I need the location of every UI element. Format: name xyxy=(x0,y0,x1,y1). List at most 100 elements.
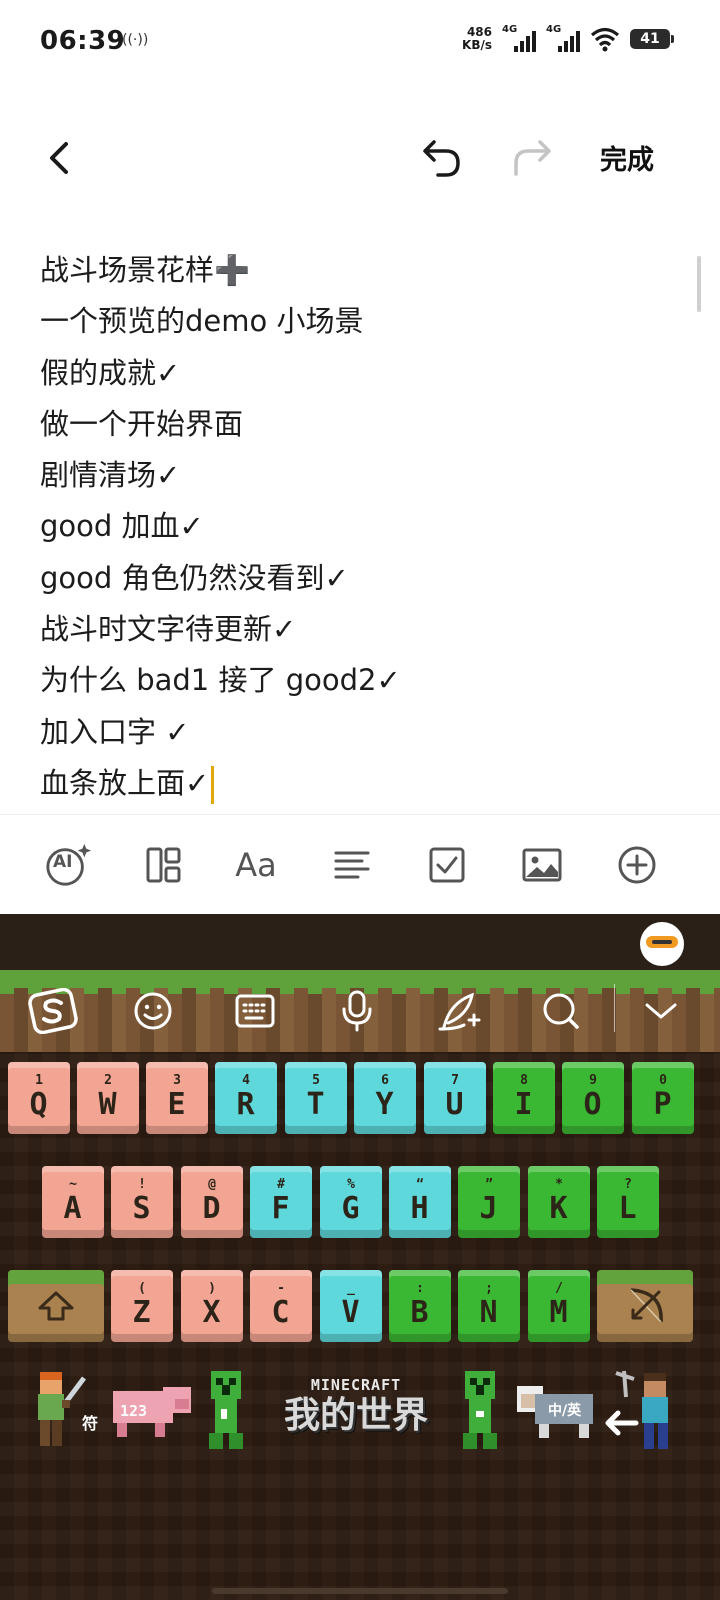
key-w[interactable]: 2W xyxy=(77,1062,139,1134)
key-c[interactable]: -C xyxy=(250,1270,312,1342)
key-letter: K xyxy=(549,1191,569,1226)
note-line-9[interactable]: 为什么 bad1 接了 good2✓ xyxy=(40,655,680,706)
key-d[interactable]: @ D xyxy=(181,1166,243,1238)
toolbar-divider xyxy=(614,984,615,1032)
key-x[interactable]: ) X xyxy=(181,1270,243,1342)
numbers-label: 123 xyxy=(120,1402,148,1420)
status-bar: 06:39 ((·)) 486 KB/s 4G 4G 41 xyxy=(0,0,720,90)
key-letter: I xyxy=(514,1087,534,1122)
key-letter: X xyxy=(202,1295,222,1330)
align-left-icon xyxy=(334,851,370,879)
search-button[interactable] xyxy=(534,984,588,1038)
mascot-icon[interactable] xyxy=(640,922,684,966)
key-t[interactable]: 5T xyxy=(285,1062,347,1134)
key-b[interactable]: :B xyxy=(389,1270,451,1342)
note-line-11-text: 血条放上面✓ xyxy=(40,765,210,800)
space-key[interactable]: MINECRAFT 我的世界 xyxy=(268,1376,444,1446)
note-line-5[interactable]: 剧情清场✓ xyxy=(40,450,680,501)
comma-key[interactable] xyxy=(198,1366,254,1456)
key-hint: “ xyxy=(416,1177,424,1192)
note-line-6[interactable]: good 加血✓ xyxy=(40,501,680,552)
shift-key[interactable] xyxy=(8,1270,104,1342)
microphone-icon xyxy=(342,990,372,1032)
key-letter: F xyxy=(271,1191,291,1226)
key-hint: 7 xyxy=(451,1073,459,1088)
key-j[interactable]: ” J xyxy=(458,1166,520,1238)
creeper-icon xyxy=(209,1371,243,1449)
key-o[interactable]: 9O xyxy=(562,1062,624,1134)
sim1-signal-icon: 4G xyxy=(502,24,536,52)
home-indicator[interactable] xyxy=(212,1588,508,1594)
note-line-8[interactable]: 战斗时文字待更新✓ xyxy=(40,604,680,655)
key-letter: P xyxy=(653,1087,673,1122)
key-z[interactable]: (Z xyxy=(111,1270,173,1342)
ai-assistant-button[interactable]: AI xyxy=(44,841,92,889)
insert-more-button[interactable] xyxy=(613,841,661,889)
keyboard-toolbar xyxy=(0,970,720,1052)
redo-icon[interactable] xyxy=(510,136,554,180)
voice-input-button[interactable] xyxy=(330,984,384,1038)
key-l[interactable]: ? L xyxy=(597,1166,659,1238)
key-s[interactable]: ! S xyxy=(111,1166,173,1238)
key-r[interactable]: 4R xyxy=(215,1062,277,1134)
handwriting-button[interactable] xyxy=(432,984,486,1038)
key-hint: 2 xyxy=(104,1073,112,1088)
backspace-key[interactable] xyxy=(597,1270,693,1342)
enter-key[interactable] xyxy=(602,1366,694,1456)
key-letter: Z xyxy=(132,1295,152,1330)
key-p[interactable]: 0P xyxy=(632,1062,694,1134)
key-letter: A xyxy=(63,1191,83,1226)
alex-character-icon xyxy=(38,1372,86,1446)
key-f[interactable]: # F xyxy=(250,1166,312,1238)
emoji-button[interactable] xyxy=(126,984,180,1038)
collapse-keyboard-button[interactable] xyxy=(634,984,688,1038)
checklist-button[interactable] xyxy=(423,841,471,889)
ai-label: AI xyxy=(53,852,73,872)
key-letter: V xyxy=(341,1295,361,1330)
back-arrow-icon[interactable] xyxy=(40,136,80,180)
network-speed-unit: KB/s xyxy=(462,38,492,52)
key-hint: - xyxy=(277,1281,285,1296)
layout-button[interactable] xyxy=(140,841,188,889)
language-label: 中/英 xyxy=(548,1403,582,1419)
keyboard-switch-button[interactable] xyxy=(228,984,282,1038)
key-a[interactable]: ~ A xyxy=(42,1166,104,1238)
note-line-4[interactable]: 做一个开始界面 xyxy=(40,399,680,450)
numbers-key[interactable]: 123 xyxy=(108,1366,194,1456)
language-switch-key[interactable]: 中/英 xyxy=(512,1366,598,1456)
key-k[interactable]: * K xyxy=(528,1166,590,1238)
chevron-down-icon xyxy=(645,1003,677,1019)
key-y[interactable]: 6Y xyxy=(354,1062,416,1134)
smiley-icon xyxy=(134,992,172,1030)
key-n[interactable]: ; N xyxy=(458,1270,520,1342)
period-key[interactable] xyxy=(452,1366,508,1456)
note-line-2[interactable]: 一个预览的demo 小场景 xyxy=(40,296,680,347)
key-hint: 9 xyxy=(589,1073,597,1088)
note-line-3[interactable]: 假的成就✓ xyxy=(40,348,680,399)
key-q[interactable]: 1Q xyxy=(8,1062,70,1134)
note-body[interactable]: 战斗场景花样➕ 一个预览的demo 小场景 假的成就✓ 做一个开始界面 剧情清场… xyxy=(40,245,680,809)
sogou-logo-button[interactable] xyxy=(26,984,80,1038)
insert-image-button[interactable] xyxy=(518,841,566,889)
key-letter: C xyxy=(271,1295,291,1330)
scrollbar[interactable] xyxy=(697,256,701,312)
text-format-button[interactable]: Aa xyxy=(232,841,280,889)
undo-icon[interactable] xyxy=(420,136,464,180)
note-line-7[interactable]: good 角色仍然没看到✓ xyxy=(40,553,680,604)
key-g[interactable]: % G xyxy=(320,1166,382,1238)
note-line-1[interactable]: 战斗场景花样➕ xyxy=(40,245,680,296)
key-e[interactable]: 3E xyxy=(146,1062,208,1134)
note-line-10[interactable]: 加入口字 ✓ xyxy=(40,707,680,758)
key-u[interactable]: 7U xyxy=(424,1062,486,1134)
key-i[interactable]: 8I xyxy=(493,1062,555,1134)
ime-keyboard: 1Q 2W 3E 4R 5T 6Y 7U 8I 9O 0P ~ A ! S @ D #… xyxy=(0,914,720,1600)
hotspot-icon: ((·)) xyxy=(122,32,149,48)
keyboard-icon xyxy=(235,994,275,1028)
key-h[interactable]: “H xyxy=(389,1166,451,1238)
done-button[interactable]: 完成 xyxy=(600,138,654,177)
key-m[interactable]: / M xyxy=(528,1270,590,1342)
symbols-key[interactable]: 符 xyxy=(14,1366,98,1456)
key-v[interactable]: _ V xyxy=(320,1270,382,1342)
note-line-11[interactable]: 血条放上面✓ xyxy=(40,758,680,809)
paragraph-align-button[interactable] xyxy=(328,841,376,889)
